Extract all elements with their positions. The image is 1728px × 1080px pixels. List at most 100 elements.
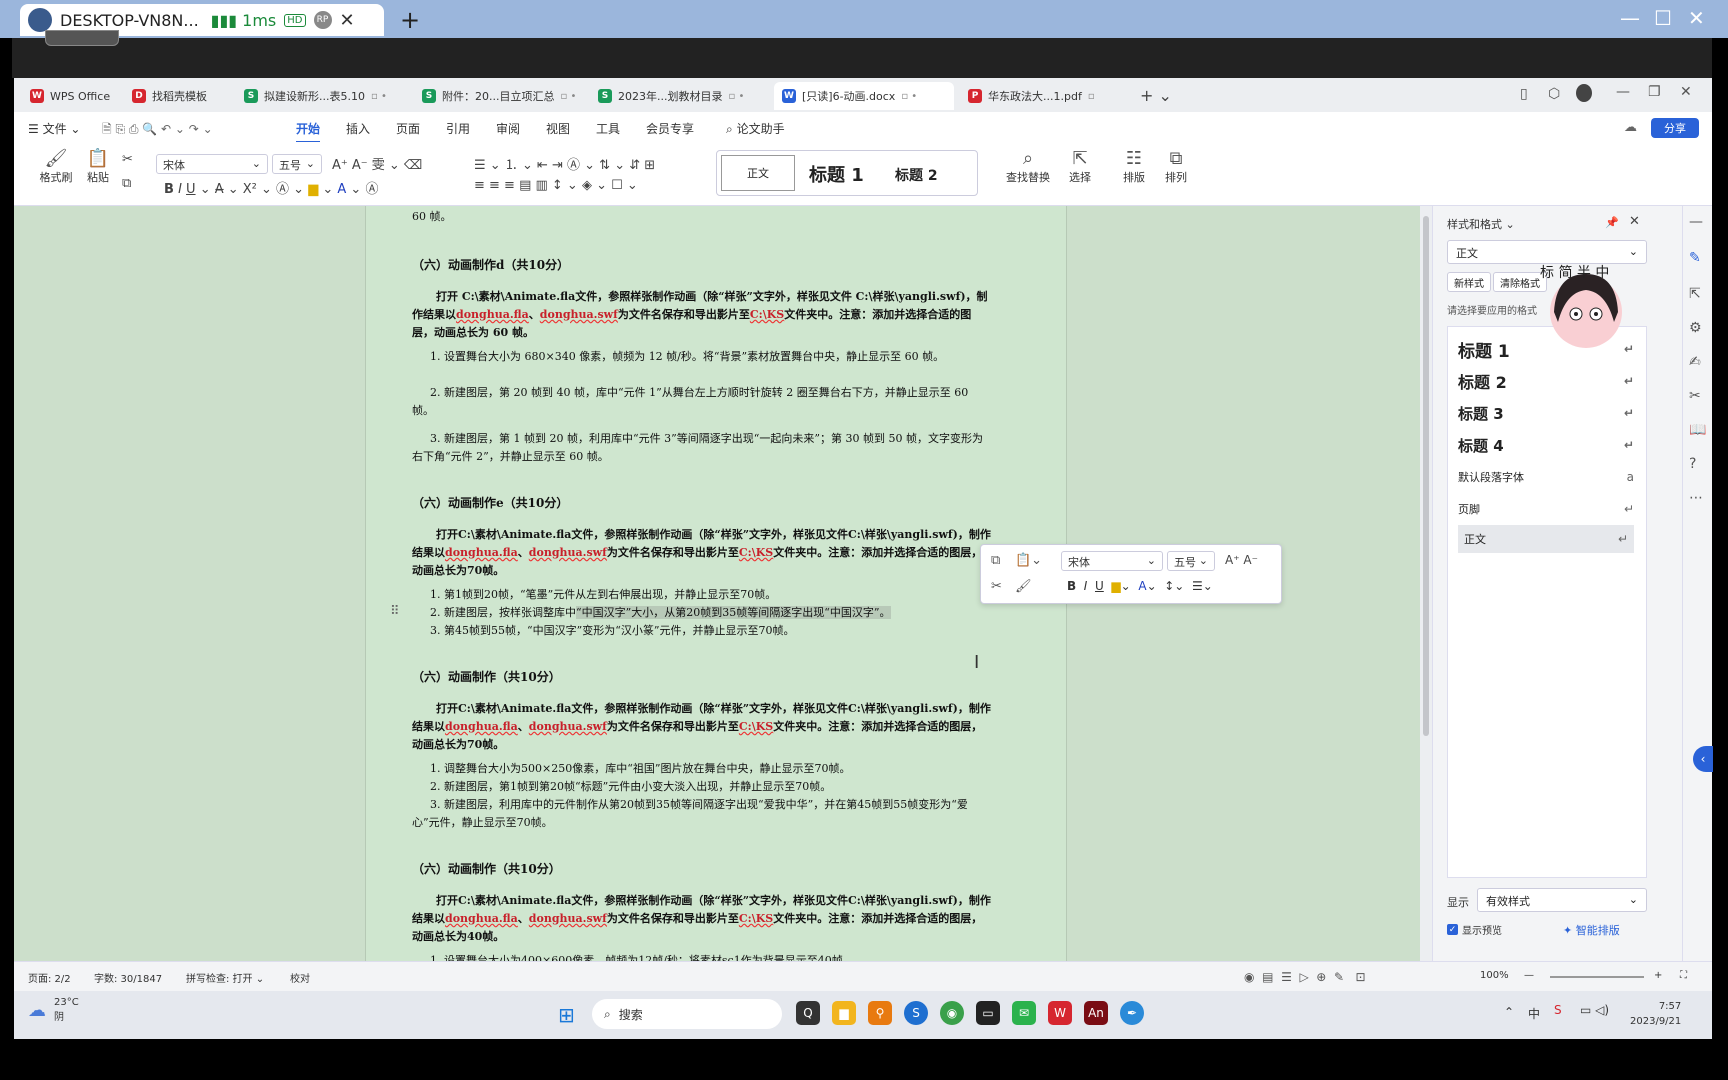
zoom-level[interactable]: 100% [1480,970,1509,981]
vertical-scrollbar[interactable] [1420,206,1432,961]
tab-page[interactable]: 页面 [396,120,420,137]
current-style-select[interactable]: 正文 ⌄ [1447,240,1647,264]
arrange-button[interactable]: ⧉ 排列 [1156,148,1196,185]
taskbar-search[interactable]: ⌕ 搜索 [592,999,782,1029]
tab-member[interactable]: 会员专享 [646,120,694,137]
scrollbar-thumb[interactable] [1423,216,1429,736]
close-icon[interactable]: ✕ [1688,6,1705,30]
panel-title[interactable]: 样式和格式 ⌄ [1447,216,1515,232]
window-layout-icon[interactable]: ▯ [1520,86,1528,102]
tab-references[interactable]: 引用 [446,120,470,137]
share-button[interactable]: 分享 [1651,118,1699,138]
tab-insert[interactable]: 插入 [346,120,370,137]
more-icon[interactable]: ⋯ [1689,490,1703,506]
maximize-icon[interactable]: ☐ [1654,6,1672,30]
font-grow-shrink-icons[interactable]: A⁺ A⁻ [1225,553,1258,567]
tab-spreadsheet-3[interactable]: S 2023年...划教材目录 ▫ • [590,82,752,110]
ime-indicator[interactable]: 中 [1528,1005,1540,1022]
style-item-heading-2[interactable]: 标题 2 ↵ [1458,367,1634,395]
smart-layout-link[interactable]: ✦ 智能排版 [1563,922,1620,938]
alignment-tools[interactable]: ≡ ≡ ≡ ▤ ▥ ↕ ⌄ ◈ ⌄ ☐ ⌄ [474,178,638,193]
drag-handle-icon[interactable]: ⠿ [390,604,400,619]
sliders-icon[interactable]: ⚙ [1689,320,1702,336]
cursor-icon[interactable]: ⇱ [1689,286,1701,302]
cloud-icon[interactable]: ☁ [1624,120,1637,135]
word-count[interactable]: 字数: 30/1847 [94,970,162,985]
file-explorer-icon[interactable]: ▆ [832,1001,856,1025]
style-item-footer[interactable]: 页脚 ↵ [1458,495,1634,523]
view-mode-icons[interactable]: ◉ ▤ ☰ ▷ ⊕ ✎ ⊡ [1244,970,1366,984]
rp-badge[interactable]: RP [313,11,332,29]
minimize-icon[interactable]: — [1620,6,1640,30]
find-replace-button[interactable]: ⌕ 查找替换 [1000,148,1056,185]
minimize-icon[interactable]: — [1616,84,1630,100]
tab-home[interactable]: 开始 [296,120,321,143]
mini-text-format-tools[interactable]: B I U ▆⌄ A⌄ ↕⌄ ☰⌄ [1067,579,1213,593]
style-gallery[interactable]: 正文 标题 1 标题 2 [716,150,978,196]
new-style-button[interactable]: 新样式 [1447,272,1491,292]
sogou-tray-icon[interactable]: S [1554,1003,1562,1017]
new-tab-icon[interactable]: + [400,6,420,34]
tab-active-document[interactable]: W [只读]6-动画.docx ▫ • [774,82,954,110]
zoom-in-icon[interactable]: + [1654,970,1662,981]
tab-review[interactable]: 审阅 [496,120,520,137]
tools-icon[interactable]: ✂ [1689,388,1701,404]
pen-icon[interactable]: ✎ [1689,250,1701,266]
file-menu[interactable]: ☰ 文件 ⌄ [28,120,80,137]
page-indicator[interactable]: 页面: 2/2 [28,970,71,985]
font-name-select[interactable]: 宋体 ⌄ [156,154,268,174]
cut-icon[interactable]: ✂ [122,152,133,167]
tray-chevron-up-icon[interactable]: ⌃ [1504,1005,1514,1019]
tab-pdf[interactable]: P 华东政法大...1.pdf ▫ [960,82,1103,110]
cut-icon[interactable]: ✂ [991,579,1002,594]
style-item-default-font[interactable]: 默认段落字体 a [1458,463,1634,491]
select-button[interactable]: ⇱ 选择 [1060,148,1100,185]
animate-icon[interactable]: An [1084,1001,1108,1025]
style-item-heading-4[interactable]: 标题 4 ↵ [1458,431,1634,459]
pin-icon[interactable]: 📌 [1605,216,1619,229]
tab-template[interactable]: D 找稻壳模板 [124,82,215,110]
zoom-out-icon[interactable]: — [1524,970,1534,981]
copy-icon[interactable]: ⧉ [122,176,131,191]
feather-icon[interactable]: ✒ [1120,1001,1144,1025]
add-tab-icon[interactable]: + ⌄ [1140,86,1172,105]
chevron-left-icon[interactable]: ‹ [1693,746,1713,772]
tablet-icon[interactable]: ▭ [976,1001,1000,1025]
close-icon[interactable]: ✕ [1629,214,1640,229]
paste-button[interactable]: 📋 粘贴 [78,148,118,185]
close-icon[interactable]: ✕ [1680,84,1692,100]
weather-widget[interactable]: ☁ 23°C 阴 [28,997,79,1023]
tab-spreadsheet-1[interactable]: S 拟建设新形...表5.10 ▫ • [236,82,395,110]
style-normal[interactable]: 正文 [721,155,795,191]
style-heading-2[interactable]: 标题 2 [895,165,938,185]
spell-check[interactable]: 拼写检查: 打开 ⌄ [186,970,264,985]
copy-icon[interactable]: ⧉ [991,553,1000,568]
chrome-icon[interactable]: ◉ [940,1001,964,1025]
close-tab-icon[interactable]: ✕ [340,10,355,31]
show-preview-checkbox[interactable]: ✓ 显示预览 [1447,922,1502,937]
layout-button[interactable]: ☷ 排版 [1114,148,1154,185]
network-volume-icons[interactable]: ▭ ◁) [1580,1003,1609,1017]
tab-spreadsheet-2[interactable]: S 附件：20...目立项汇总 ▫ • [414,82,584,110]
help-icon[interactable]: ? [1689,456,1696,472]
collapse-icon[interactable]: — [1689,214,1703,230]
cube-icon[interactable]: ⬡ [1548,86,1560,102]
style-heading-1[interactable]: 标题 1 [809,161,864,187]
system-clock[interactable]: 7:57 2023/9/21 [1630,999,1681,1029]
qq-icon[interactable]: Q [796,1001,820,1025]
font-size-tools[interactable]: A⁺ A⁻ 雯 ⌄ ⌫ [332,154,422,173]
show-style-select[interactable]: 有效样式 ⌄ [1477,888,1647,912]
style-item-heading-3[interactable]: 标题 3 ↵ [1458,399,1634,427]
sogou-icon[interactable]: S [904,1001,928,1025]
fullscreen-icon[interactable]: ⛶ [1680,970,1687,981]
zoom-slider[interactable] [1550,976,1644,978]
quick-access-icons[interactable]: 🗎 ⎘ ⎙ 🔍 ↶ ⌄ ↷ ⌄ [102,120,213,141]
wps-taskbar-icon[interactable]: W [1048,1001,1072,1025]
search-tool-icon[interactable]: ⚲ [868,1001,892,1025]
user-avatar-icon[interactable] [1576,84,1592,102]
hd-badge[interactable]: HD [284,13,306,27]
paste-icon[interactable]: 📋⌄ [1015,553,1042,568]
proofread[interactable]: 校对 [290,970,310,985]
paper-assistant[interactable]: ⌕ 论文助手 [726,120,785,137]
mini-size-select[interactable]: 五号 ⌄ [1167,551,1215,571]
